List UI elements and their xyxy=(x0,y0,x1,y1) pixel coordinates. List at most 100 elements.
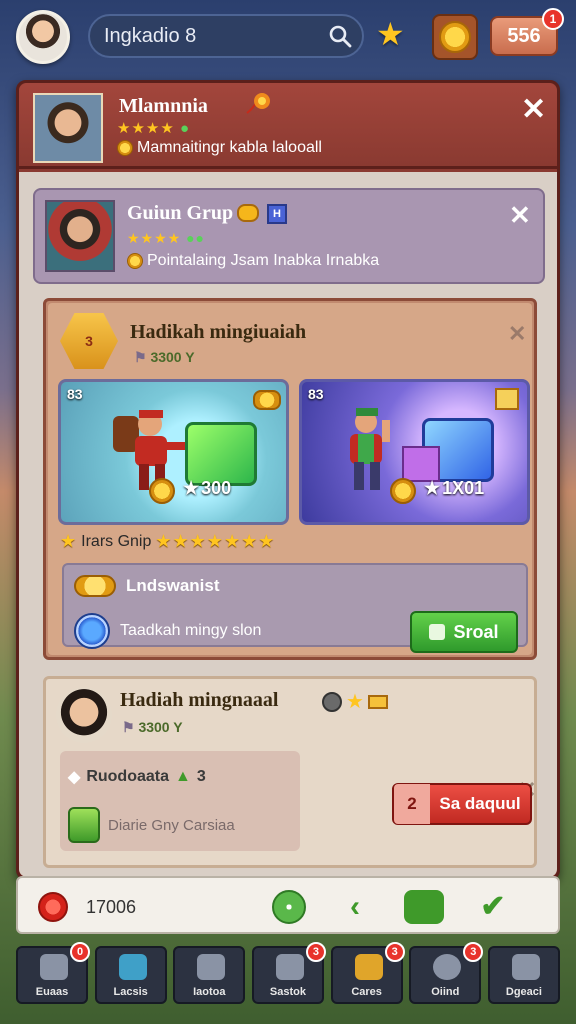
tile-price-value: 1X01 xyxy=(442,478,485,498)
nav-item-iaotoa[interactable]: Iaotoa xyxy=(173,946,246,1004)
stars-label: Irars Gnip xyxy=(81,532,152,550)
reward-tile[interactable]: 83 xyxy=(58,379,289,525)
tile-price: ★ 1X01 xyxy=(424,478,484,499)
tile-price: ★ 300 xyxy=(183,478,231,499)
currency-counter[interactable]: 556 1 xyxy=(490,8,564,56)
reward-info-box: Lndswanist Taadkah mingy slon Sroal xyxy=(62,563,528,653)
back-icon[interactable]: ‹ xyxy=(338,890,372,924)
nav-label: Dgeaci xyxy=(505,986,542,998)
profile-avatar[interactable] xyxy=(16,10,70,64)
reward-tile[interactable]: 83 xyxy=(299,379,530,525)
coin-icon xyxy=(390,478,416,504)
nav-item-oiind[interactable]: 3 Oiind xyxy=(409,942,484,1004)
group-subtitle: Pointalaing Jsam Inabka Irnabka xyxy=(147,252,380,269)
group-icons: H xyxy=(237,204,287,224)
reward-subtitle-text: 3300 Y xyxy=(150,349,195,365)
nav-icon xyxy=(197,954,226,980)
star-icon: ★ xyxy=(183,478,200,498)
star-icon: ★ xyxy=(346,691,364,713)
rating-stars: ★★★★★★★ xyxy=(155,531,276,551)
reward-hex-icon: 3 xyxy=(60,313,118,369)
reward-title: Hadikah mingiuaiah xyxy=(130,321,307,343)
notification-badge: 1 xyxy=(542,8,564,30)
nav-item-cares[interactable]: 3 Cares xyxy=(330,942,405,1004)
detail-title: Ruodoaata xyxy=(86,768,169,785)
group-card[interactable]: Guiun Grup H ★★★★ ●● Pointalaing Jsam In… xyxy=(33,188,545,284)
close-icon[interactable]: ✕ xyxy=(521,95,546,125)
detail-line: Diarie Gny Carsiaa xyxy=(68,807,235,843)
redeem-prefix: 2 xyxy=(394,784,430,824)
search-text: Ingkadio 8 xyxy=(104,24,197,47)
check-icon[interactable]: ✔ xyxy=(476,890,510,924)
search-icon[interactable] xyxy=(328,24,352,48)
reward-subtitle: ⚑ 3300 Y xyxy=(122,719,183,736)
nav-icon xyxy=(118,954,147,980)
flame-icon xyxy=(246,93,270,114)
coin-shop-button[interactable] xyxy=(432,14,478,60)
reward-avatar xyxy=(56,687,112,743)
nav-item-dgeaci[interactable]: Dgeaci xyxy=(487,946,560,1004)
weekly-reward-card: 3 Hadikah mingiuaiah ⚑ 3300 Y ✕ 83 ★ 300… xyxy=(43,298,537,660)
nav-badge: 3 xyxy=(305,942,326,962)
info-line: Taadkah mingy slon xyxy=(74,613,261,649)
redeem-button[interactable]: 2 Sa daquul xyxy=(392,783,532,825)
coin-icon xyxy=(149,478,175,504)
group-title: Guiun Grup xyxy=(127,202,234,224)
cart-icon[interactable] xyxy=(404,890,444,924)
gold-bar-icon xyxy=(237,204,259,222)
panel-header: Mlamnnia ★★★★ ● Mamnaitingr kabla lalooa… xyxy=(19,83,557,169)
gift-icon xyxy=(402,446,440,482)
close-icon[interactable]: ✕ xyxy=(508,319,526,349)
nav-item-lacsis[interactable]: Lacsis xyxy=(94,946,167,1004)
reward-subtitle: ⚑ 3300 Y xyxy=(134,349,195,366)
nav-icon xyxy=(354,954,383,980)
nav-label: Cares xyxy=(351,986,382,998)
nav-item-euaas[interactable]: 0 Euaas xyxy=(16,942,90,1004)
star-icon[interactable]: ★ xyxy=(376,18,408,50)
nav-label: Oiind xyxy=(431,986,460,998)
orb-icon xyxy=(74,613,110,649)
info-icon[interactable] xyxy=(272,890,306,924)
record-icon[interactable] xyxy=(38,892,68,922)
coin-stack-icon xyxy=(253,390,281,410)
bottom-nav: 0 Euaas Lacsis Iaotoa 3 Sastok 3 Cares 3… xyxy=(16,942,560,1006)
top-bar: Ingkadio 8 ★ 556 1 xyxy=(0,0,576,76)
nav-label: Sastok xyxy=(269,986,306,998)
clock-icon xyxy=(322,691,342,712)
weekly-reward-card-2: Hadiah mingnaaal ★ ⚑ 3300 Y ◆ Ruodoaata … xyxy=(43,676,537,868)
tag-icon: ⚑ xyxy=(134,349,151,365)
nav-badge: 0 xyxy=(70,942,90,962)
status-bar: 17006 ‹ ✔ xyxy=(16,876,560,934)
gold-bar-icon xyxy=(367,694,388,709)
detail-count: 3 xyxy=(196,768,206,785)
detail-text: Diarie Gny Carsiaa xyxy=(108,816,235,834)
nav-label: Lacsis xyxy=(113,986,148,998)
star-icon: ★ xyxy=(424,478,441,498)
jar-icon xyxy=(68,807,100,843)
green-chest-icon xyxy=(185,422,257,486)
close-icon[interactable]: ✕ xyxy=(509,200,531,230)
nav-icon xyxy=(275,954,304,980)
reward-detail-box: ◆ Ruodoaata ▲ 3 Diarie Gny Carsiaa xyxy=(60,751,300,851)
tile-count: 83 xyxy=(308,386,324,402)
rating-stars: ★★★★ ● xyxy=(117,120,191,137)
panel-subtitle-row: Mamnaitingr kabla lalooall xyxy=(117,139,322,157)
tile-price-value: 300 xyxy=(201,478,232,498)
coin-icon xyxy=(117,140,133,156)
box-icon xyxy=(495,388,519,410)
info-text: Taadkah mingy slon xyxy=(120,622,262,639)
detail-line: ◆ Ruodoaata ▲ 3 xyxy=(68,767,206,787)
hex-label: 3 xyxy=(85,333,93,349)
info-line: Lndswanist xyxy=(74,575,220,597)
header-avatar xyxy=(33,93,103,163)
reward-icons: ★ xyxy=(322,689,388,714)
reward-subtitle-text: 3300 Y xyxy=(138,719,183,735)
star-icon: ★ xyxy=(60,531,78,551)
search-bar[interactable]: Ingkadio 8 xyxy=(88,14,364,58)
claim-button[interactable]: Sroal xyxy=(410,611,518,653)
tag-icon: ◆ xyxy=(68,769,81,786)
group-avatar xyxy=(45,200,115,272)
reward-card-body: 3 Hadikah mingiuaiah ⚑ 3300 Y ✕ 83 ★ 300… xyxy=(48,303,532,655)
nav-item-sastok[interactable]: 3 Sastok xyxy=(251,942,326,1004)
stars-row: ★ Irars Gnip ★★★★★★★ xyxy=(60,531,275,552)
